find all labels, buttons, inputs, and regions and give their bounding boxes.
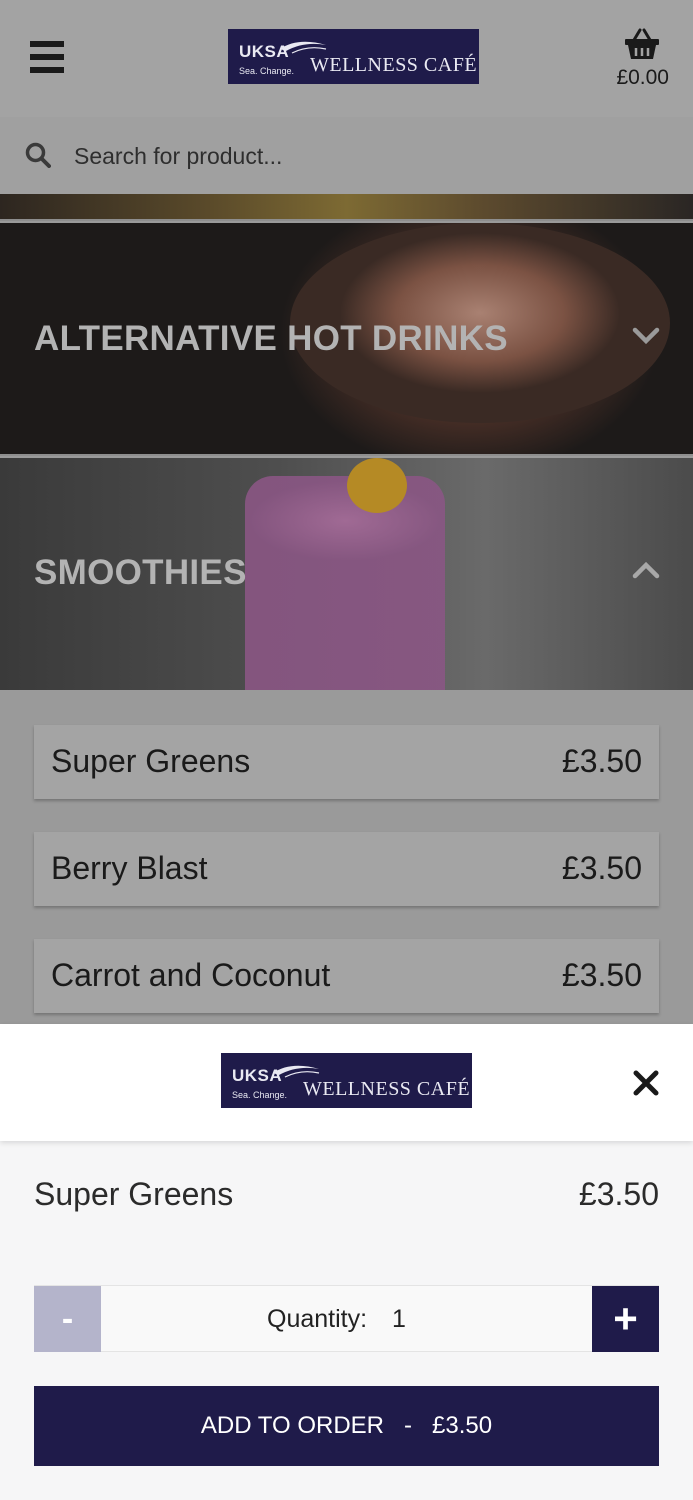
smoothie-image [245, 476, 445, 690]
cart-total[interactable]: £0.00 [616, 66, 669, 90]
product-name: Super Greens [51, 743, 251, 779]
logo-name: WELLNESS CAFÉ [310, 54, 478, 76]
quantity-value: 1 [392, 1305, 406, 1333]
app-header: UKSA Sea. Change. WELLNESS CAFÉ £0.00 [0, 0, 693, 117]
category-title: SMOOTHIES [34, 553, 247, 592]
category-smoothies[interactable]: SMOOTHIES [0, 458, 693, 690]
quantity-label: Quantity: [267, 1305, 368, 1333]
close-icon[interactable] [631, 1068, 661, 1098]
hamburger-menu-icon[interactable] [30, 41, 64, 75]
product-price: £3.50 [561, 850, 642, 886]
fruit-garnish-image [347, 458, 407, 513]
quantity-stepper: - Quantity: 1 + [34, 1285, 659, 1352]
wellness-cafe-logo[interactable]: UKSA Sea. Change. WELLNESS CAFÉ [228, 29, 479, 84]
increase-quantity-button[interactable]: + [592, 1286, 659, 1352]
product-name: Carrot and Coconut [51, 957, 331, 993]
product-item-carrot-and-coconut[interactable]: Carrot and Coconut £3.50 [34, 939, 659, 1013]
add-button-label: ADD TO ORDER [200, 1412, 385, 1439]
add-to-order-button[interactable]: ADD TO ORDER - £3.50 [34, 1386, 659, 1466]
add-to-order-sheet: UKSA Sea. Change. WELLNESS CAFÉ Super Gr… [0, 1024, 693, 1500]
logo-tagline: Sea. Change. [239, 66, 295, 76]
product-item-berry-blast[interactable]: Berry Blast £3.50 [34, 832, 659, 906]
basket-icon[interactable] [624, 28, 660, 60]
product-price: £3.50 [561, 957, 642, 993]
add-button-separator: - [404, 1412, 413, 1439]
chevron-up-icon[interactable] [632, 560, 660, 580]
logo-tagline: Sea. Change. [232, 1090, 288, 1100]
logo-brand: UKSA [239, 42, 290, 61]
search-icon [25, 142, 51, 168]
selected-item-name: Super Greens [34, 1176, 234, 1212]
category-alternative-hot-drinks[interactable]: ALTERNATIVE HOT DRINKS [0, 223, 693, 456]
category-banner-image [0, 194, 693, 221]
logo-name: WELLNESS CAFÉ [303, 1078, 471, 1100]
logo-brand: UKSA [232, 1066, 283, 1085]
product-name: Berry Blast [51, 850, 208, 886]
add-button-price: £3.50 [432, 1412, 493, 1439]
search-input[interactable] [74, 137, 654, 175]
wellness-cafe-logo: UKSA Sea. Change. WELLNESS CAFÉ [221, 1053, 472, 1108]
decrease-quantity-button[interactable]: - [34, 1286, 101, 1352]
sheet-header: UKSA Sea. Change. WELLNESS CAFÉ [0, 1024, 693, 1141]
chevron-down-icon[interactable] [632, 326, 660, 346]
category-title: ALTERNATIVE HOT DRINKS [34, 319, 508, 358]
product-item-super-greens[interactable]: Super Greens £3.50 [34, 725, 659, 799]
product-price: £3.50 [561, 743, 642, 779]
selected-item-price: £3.50 [578, 1176, 659, 1212]
